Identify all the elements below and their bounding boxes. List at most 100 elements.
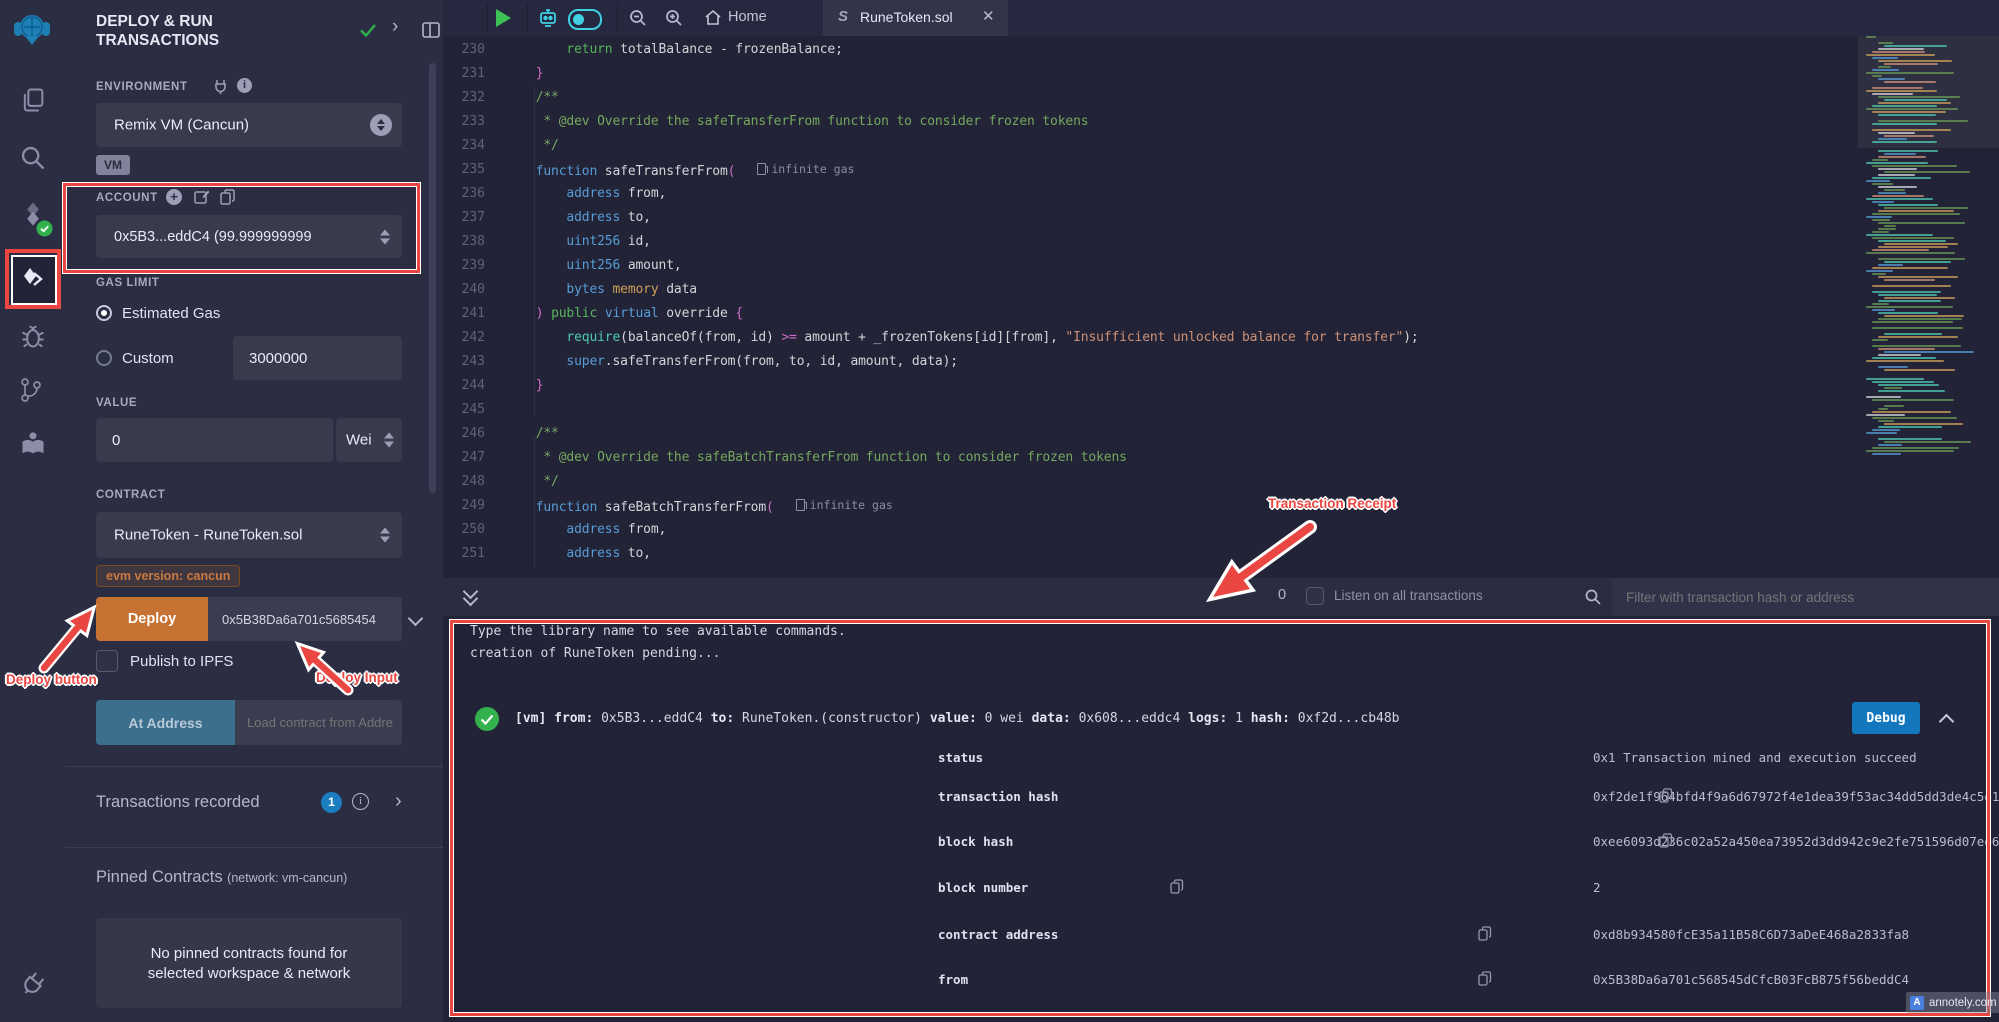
minimap-line — [1878, 78, 1905, 80]
code-line[interactable]: 247 * @dev Override the safeBatchTransfe… — [443, 446, 1853, 470]
code-line[interactable]: 242 require(balanceOf(from, id) >= amoun… — [443, 326, 1853, 350]
tab-runetoken[interactable]: S RuneToken.sol ✕ — [823, 0, 1008, 36]
at-address-input[interactable] — [235, 700, 402, 745]
tx-summary-line[interactable]: [vm] from: 0x5B3...eddC4 to: RuneToken.(… — [515, 711, 1400, 726]
code-line[interactable]: 240 bytes memory data — [443, 278, 1853, 302]
code-line[interactable]: 239 uint256 amount, — [443, 254, 1853, 278]
copy-icon[interactable] — [1659, 833, 1673, 848]
environment-info-icon[interactable]: i — [237, 78, 252, 93]
copy-account-icon[interactable] — [220, 189, 235, 205]
panel-layout-icon[interactable] — [421, 20, 441, 40]
deploy-args-input[interactable] — [208, 597, 402, 641]
transactions-expand-icon[interactable]: › — [395, 790, 402, 813]
terminal-search-icon[interactable] — [1584, 588, 1602, 606]
panel-forward-icon[interactable]: › — [392, 16, 398, 38]
code-line[interactable]: 230 return totalBalance - frozenBalance; — [443, 38, 1853, 62]
vm-badge: VM — [96, 155, 130, 175]
environment-select[interactable]: Remix VM (Cancun) — [96, 103, 402, 147]
code-line[interactable]: 238 uint256 id, — [443, 230, 1853, 254]
debug-button[interactable]: Debug — [1852, 702, 1920, 734]
copy-icon[interactable] — [1478, 971, 1492, 986]
code-line[interactable]: 249 function safeBatchTransferFrom(infin… — [443, 494, 1853, 518]
ai-toggle-switch[interactable] — [568, 9, 602, 30]
deploy-and-run-active-tile[interactable] — [11, 255, 57, 305]
minimap-line — [1872, 87, 1923, 89]
contract-select[interactable]: RuneToken - RuneToken.sol — [96, 512, 402, 558]
terminal[interactable]: Type the library name to see available c… — [443, 616, 1999, 1022]
code-line[interactable]: 236 address from, — [443, 182, 1853, 206]
minimap[interactable] — [1866, 36, 1991, 466]
value-unit-stepper-icon[interactable] — [384, 433, 394, 448]
search-icon[interactable] — [19, 144, 47, 172]
tab-close-icon[interactable]: ✕ — [982, 7, 995, 25]
zoom-out-icon[interactable] — [628, 8, 648, 28]
minimap-line — [1878, 168, 1917, 170]
code-line[interactable]: 248 */ — [443, 470, 1853, 494]
environment-stepper-icon[interactable] — [370, 114, 392, 136]
code-line[interactable]: 232 /** — [443, 86, 1853, 110]
value-input[interactable] — [96, 418, 333, 462]
code-editor[interactable]: 230 return totalBalance - frozenBalance;… — [443, 36, 1999, 578]
listen-transactions-checkbox[interactable] — [1306, 587, 1324, 605]
home-tab[interactable]: Home — [728, 9, 767, 25]
estimated-gas-radio[interactable] — [96, 305, 112, 321]
debugger-icon[interactable] — [19, 322, 47, 350]
minimap-line — [1878, 246, 1948, 248]
minimap-line — [1884, 405, 1904, 407]
expand-terminal-icon[interactable] — [465, 586, 476, 604]
learneth-icon[interactable] — [19, 430, 47, 458]
receipt-row-label: block number — [938, 880, 1028, 895]
panel-scrollbar[interactable] — [429, 63, 436, 493]
code-line[interactable]: 246 /** — [443, 422, 1853, 446]
add-account-icon[interactable]: + — [166, 189, 182, 205]
plugin-manager-icon[interactable] — [19, 970, 47, 998]
receipt-row-value: 0xd8b934580fcE35a11B58C6D73aDeE468a2833f… — [1593, 927, 1909, 942]
ai-assistant-icon[interactable] — [537, 7, 559, 29]
code-line[interactable]: 237 address to, — [443, 206, 1853, 230]
code-line[interactable]: 244 } — [443, 374, 1853, 398]
environment-plug-icon[interactable] — [213, 78, 228, 94]
file-explorer-icon[interactable] — [19, 86, 47, 114]
transaction-filter-input[interactable] — [1612, 578, 1999, 616]
transactions-info-icon[interactable]: i — [352, 793, 369, 810]
code-line[interactable]: 233 * @dev Override the safeTransferFrom… — [443, 110, 1853, 134]
git-icon[interactable] — [19, 376, 43, 404]
contract-stepper-icon[interactable] — [380, 528, 390, 543]
minimap-line — [1872, 417, 1957, 419]
transactions-recorded-label: Transactions recorded — [96, 793, 260, 812]
line-number: 235 — [443, 162, 485, 177]
run-script-icon[interactable] — [496, 9, 511, 27]
minimap-line — [1878, 384, 1939, 386]
code-line[interactable]: 235 function safeTransferFrom(infinite g… — [443, 158, 1853, 182]
home-icon[interactable] — [704, 9, 722, 27]
code-line[interactable]: 231 } — [443, 62, 1853, 86]
code-line[interactable]: 241 ) public virtual override { — [443, 302, 1853, 326]
value-unit-select[interactable]: Wei — [336, 418, 402, 462]
code-line[interactable]: 243 super.safeTransferFrom(from, to, id,… — [443, 350, 1853, 374]
publish-ipfs-checkbox[interactable] — [96, 650, 118, 672]
edit-account-icon[interactable] — [194, 189, 210, 205]
copy-icon[interactable] — [1170, 879, 1184, 894]
zoom-in-icon[interactable] — [664, 8, 684, 28]
deploy-button[interactable]: Deploy — [96, 597, 208, 641]
account-stepper-icon[interactable] — [380, 229, 390, 244]
minimap-line — [1878, 138, 1907, 140]
account-select[interactable]: 0x5B3...eddC4 (99.999999999 — [96, 215, 402, 258]
minimap-line — [1878, 120, 1968, 122]
minimap-line — [1884, 207, 1968, 209]
code-line[interactable]: 245 — [443, 398, 1853, 422]
remix-logo-icon[interactable] — [14, 12, 50, 48]
copy-icon[interactable] — [1659, 788, 1673, 803]
custom-gas-input[interactable] — [233, 336, 402, 380]
collapse-receipt-icon[interactable] — [1941, 714, 1952, 732]
code-line[interactable]: 250 address from, — [443, 518, 1853, 542]
copy-icon[interactable] — [1478, 926, 1492, 941]
code-line[interactable]: 234 */ — [443, 134, 1853, 158]
minimap-line — [1866, 234, 1933, 236]
deploy-expand-icon[interactable] — [410, 611, 421, 629]
custom-gas-radio[interactable] — [96, 350, 112, 366]
minimap-line — [1872, 273, 1886, 275]
code-line[interactable]: 251 address to, — [443, 542, 1853, 566]
line-number: 237 — [443, 210, 485, 225]
at-address-button[interactable]: At Address — [96, 700, 235, 745]
